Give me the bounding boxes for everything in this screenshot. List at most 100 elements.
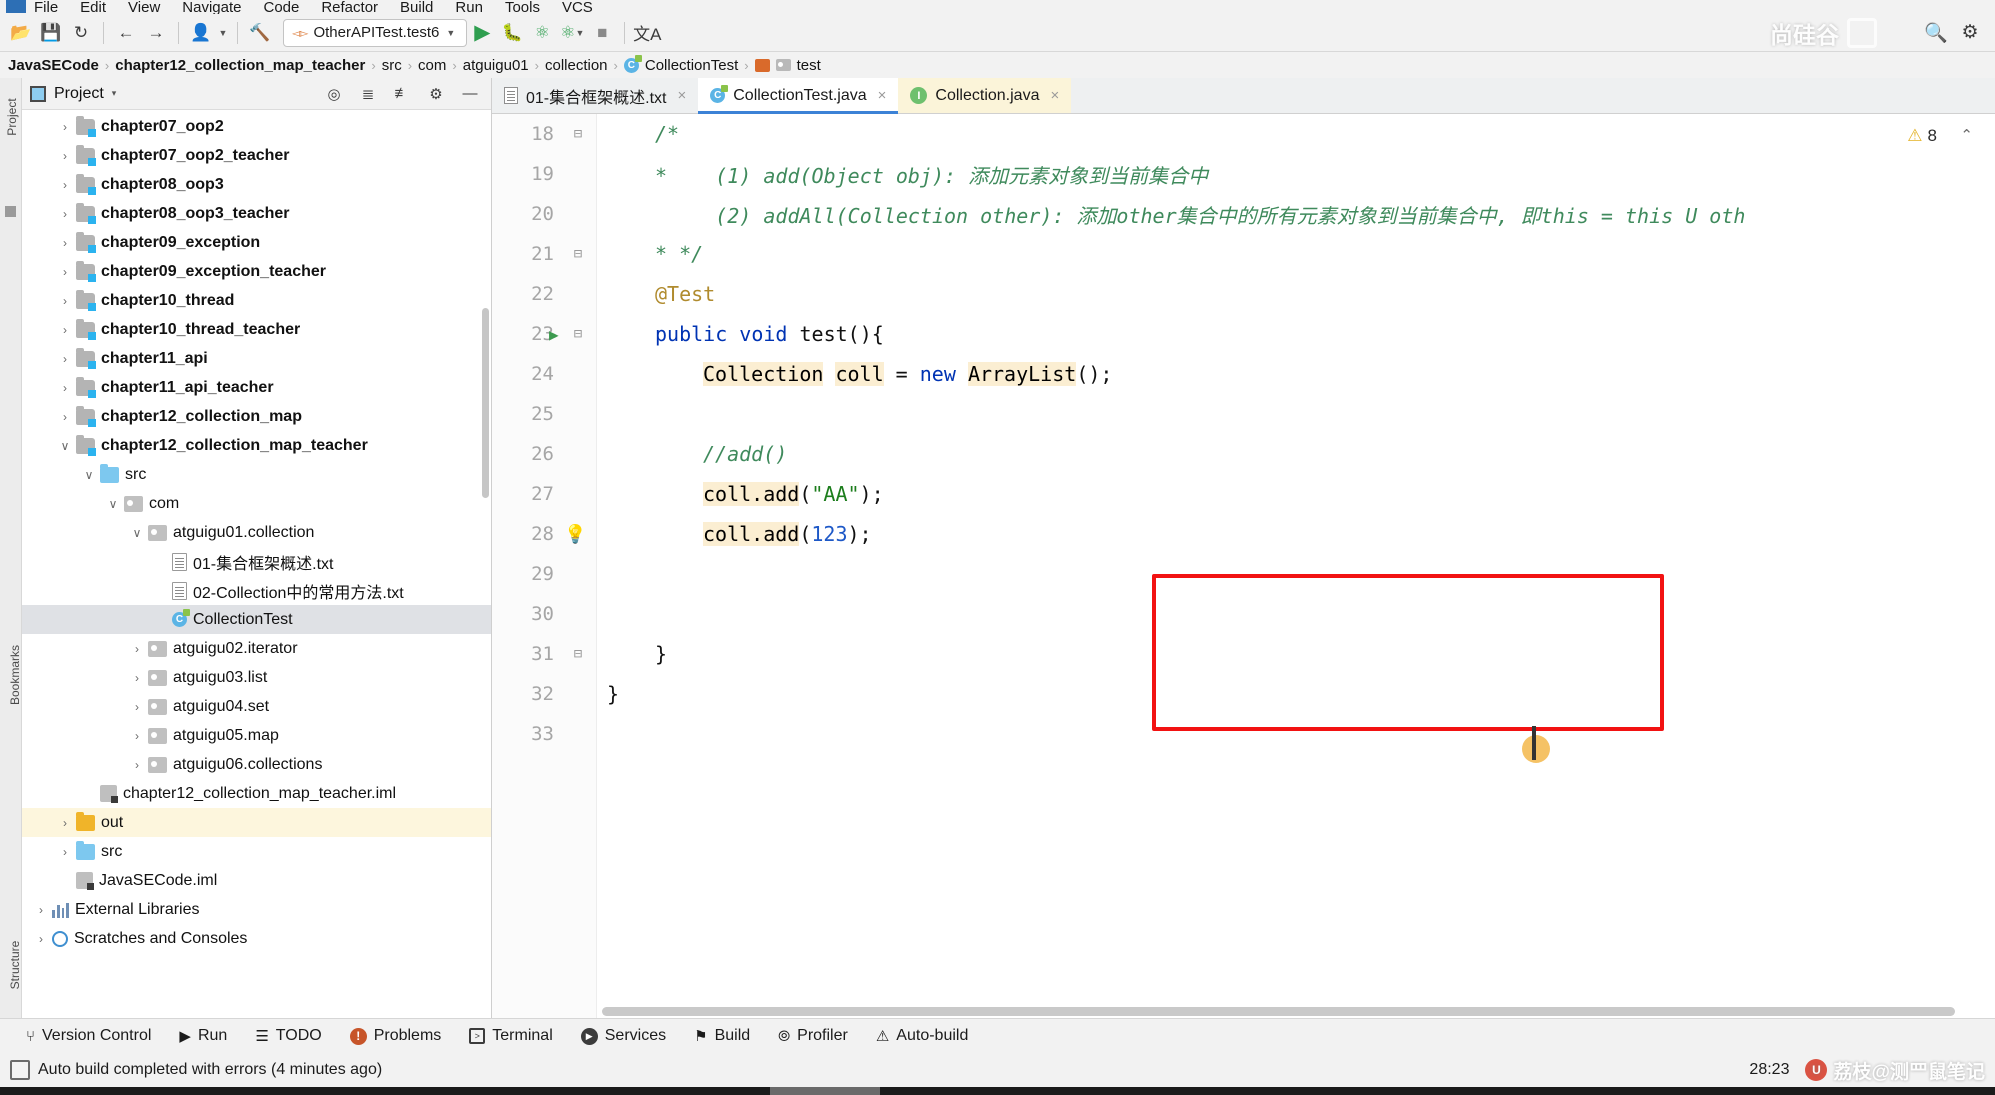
menu-build[interactable]: Build bbox=[400, 0, 433, 14]
tree-item[interactable]: › out bbox=[22, 808, 491, 837]
tree-item[interactable]: › chapter11_api bbox=[22, 344, 491, 373]
code-fold-icon[interactable]: ⊟ bbox=[570, 326, 586, 342]
tree-item[interactable]: › src bbox=[22, 837, 491, 866]
code-fold-icon[interactable]: ⊟ bbox=[570, 646, 586, 662]
menu-refactor[interactable]: Refactor bbox=[321, 0, 378, 14]
strip-label-project[interactable]: Project bbox=[5, 87, 19, 147]
breadcrumb-item-src[interactable]: src bbox=[376, 57, 408, 74]
tree-item[interactable]: · JavaSECode.iml bbox=[22, 866, 491, 895]
chevron-right-icon[interactable]: › bbox=[54, 816, 76, 830]
tree-item[interactable]: › Scratches and Consoles bbox=[22, 924, 491, 953]
chevron-down-icon[interactable]: ∨ bbox=[78, 468, 100, 482]
chevron-right-icon[interactable]: › bbox=[126, 642, 148, 656]
hide-panel-icon[interactable]: — bbox=[457, 81, 483, 107]
collapse-all-icon[interactable]: ≢ bbox=[389, 81, 415, 107]
chevron-right-icon[interactable]: › bbox=[126, 758, 148, 772]
breadcrumb-item-method[interactable]: test bbox=[749, 57, 827, 74]
menu-navigate[interactable]: Navigate bbox=[182, 0, 241, 14]
chevron-right-icon[interactable]: › bbox=[54, 178, 76, 192]
tree-item[interactable]: ∨ com bbox=[22, 489, 491, 518]
tree-item[interactable]: ∨ chapter12_collection_map_teacher bbox=[22, 431, 491, 460]
inspection-warning-badge[interactable]: ⚠ 8 bbox=[1907, 126, 1937, 146]
chevron-right-icon[interactable]: › bbox=[54, 236, 76, 250]
translate-button[interactable]: 文A bbox=[632, 18, 662, 48]
tree-item[interactable]: › chapter11_api_teacher bbox=[22, 373, 491, 402]
tool-window-button[interactable]: ▶ Run bbox=[167, 1021, 239, 1051]
chevron-right-icon[interactable]: › bbox=[30, 903, 52, 917]
tree-item[interactable]: › atguigu03.list bbox=[22, 663, 491, 692]
forward-arrow-icon[interactable]: → bbox=[141, 18, 171, 48]
close-icon[interactable]: × bbox=[878, 87, 887, 104]
code-line[interactable]: 31 ⊟} bbox=[531, 634, 1995, 674]
tree-item[interactable]: › chapter12_collection_map bbox=[22, 402, 491, 431]
chevron-right-icon[interactable]: › bbox=[54, 149, 76, 163]
chevron-down-icon[interactable]: ∨ bbox=[54, 439, 76, 453]
hammer-icon[interactable]: 🔨 bbox=[245, 18, 275, 48]
code-line[interactable]: 30 bbox=[531, 594, 1995, 634]
chevron-right-icon[interactable]: › bbox=[54, 381, 76, 395]
tree-item[interactable]: › chapter10_thread bbox=[22, 286, 491, 315]
tool-window-button[interactable]: ⑂ Version Control bbox=[14, 1021, 163, 1051]
chevron-down-icon[interactable]: ∨ bbox=[102, 497, 124, 511]
tree-item[interactable]: › atguigu02.iterator bbox=[22, 634, 491, 663]
menu-edit[interactable]: Edit bbox=[80, 0, 106, 14]
strip-label-structure[interactable]: Structure bbox=[8, 922, 22, 1008]
tree-item[interactable]: ∨ atguigu01.collection bbox=[22, 518, 491, 547]
tool-window-button[interactable]: ▶ Services bbox=[569, 1021, 678, 1051]
run-test-gutter-icon[interactable]: ▶ bbox=[549, 325, 559, 344]
project-panel-scrollbar[interactable] bbox=[482, 308, 489, 498]
back-arrow-icon[interactable]: ← bbox=[111, 18, 141, 48]
code-line[interactable]: 21 ⊟ * */ bbox=[531, 234, 1995, 274]
caret-position[interactable]: 28:23 bbox=[1749, 1061, 1789, 1079]
code-line[interactable]: 23 ⊟ ▶ public void test(){ bbox=[531, 314, 1995, 354]
tree-item[interactable]: › External Libraries bbox=[22, 895, 491, 924]
breadcrumb-item-class[interactable]: C CollectionTest bbox=[618, 54, 744, 74]
menu-code[interactable]: Code bbox=[263, 0, 299, 14]
tree-item[interactable]: › atguigu05.map bbox=[22, 721, 491, 750]
tree-item[interactable]: › chapter08_oop3_teacher bbox=[22, 199, 491, 228]
code-line[interactable]: 20 (2) addAll(Collection other): 添加other… bbox=[531, 194, 1995, 234]
code-fold-icon[interactable]: ⊟ bbox=[570, 246, 586, 262]
code-line[interactable]: 24 Collection coll = new ArrayList(); bbox=[531, 354, 1995, 394]
search-everywhere-button[interactable]: 🔍 bbox=[1921, 18, 1951, 48]
tree-item[interactable]: › chapter10_thread_teacher bbox=[22, 315, 491, 344]
tree-item[interactable]: › chapter07_oop2 bbox=[22, 112, 491, 141]
tree-item[interactable]: › chapter09_exception bbox=[22, 228, 491, 257]
tool-window-button[interactable]: ⚑ Build bbox=[682, 1021, 762, 1051]
breadcrumb-item-collection[interactable]: collection bbox=[539, 57, 614, 74]
settings-gear-icon[interactable]: ⚙ bbox=[423, 81, 449, 107]
code-content[interactable]: 18 ⊟ /* 19 * (1) add(Object obj): 添加元素对象到当前集… bbox=[531, 114, 1995, 1018]
chevron-right-icon[interactable]: › bbox=[126, 671, 148, 685]
run-configuration-selector[interactable]: ◅▻ OtherAPITest.test6 ▼ bbox=[283, 18, 468, 47]
strip-label-bookmarks[interactable]: Bookmarks bbox=[8, 630, 22, 720]
code-line[interactable]: 25 bbox=[531, 394, 1995, 434]
tool-window-button[interactable]: ⚠ Auto-build bbox=[864, 1021, 981, 1051]
close-icon[interactable]: × bbox=[677, 87, 686, 104]
chevron-right-icon[interactable]: › bbox=[30, 932, 52, 946]
settings-button[interactable]: ⚙ bbox=[1955, 18, 1985, 48]
profile-icon[interactable]: 👤 bbox=[186, 18, 216, 48]
breadcrumb-item-com[interactable]: com bbox=[412, 57, 452, 74]
editor-tab[interactable]: 01-集合框架概述.txt × bbox=[492, 78, 698, 113]
code-line[interactable]: 18 ⊟ /* bbox=[531, 114, 1995, 154]
tree-item[interactable]: · 01-集合框架概述.txt bbox=[22, 547, 491, 576]
code-fold-icon[interactable]: ⊟ bbox=[570, 126, 586, 142]
code-line[interactable]: 22 @Test bbox=[531, 274, 1995, 314]
code-line[interactable]: 33 bbox=[531, 714, 1995, 754]
open-folder-icon[interactable]: 📂 bbox=[6, 18, 36, 48]
code-line[interactable]: 19 * (1) add(Object obj): 添加元素对象到当前集合中 bbox=[531, 154, 1995, 194]
chevron-right-icon[interactable]: › bbox=[54, 323, 76, 337]
menu-tools[interactable]: Tools bbox=[505, 0, 540, 14]
chevron-right-icon[interactable]: › bbox=[54, 845, 76, 859]
tool-window-button[interactable]: ! Problems bbox=[338, 1021, 454, 1051]
inspection-chevron-icon[interactable]: ⌃ bbox=[1960, 126, 1973, 144]
close-icon[interactable]: × bbox=[1050, 87, 1059, 104]
chevron-right-icon[interactable]: › bbox=[54, 207, 76, 221]
chevron-right-icon[interactable]: › bbox=[54, 120, 76, 134]
chevron-right-icon[interactable]: › bbox=[126, 729, 148, 743]
intention-bulb-icon[interactable]: 💡 bbox=[564, 524, 586, 545]
menu-run[interactable]: Run bbox=[455, 0, 483, 14]
tree-item[interactable]: › chapter09_exception_teacher bbox=[22, 257, 491, 286]
more-run-options-button[interactable]: ⚛ ▼ bbox=[557, 18, 587, 48]
tree-item[interactable]: › chapter08_oop3 bbox=[22, 170, 491, 199]
